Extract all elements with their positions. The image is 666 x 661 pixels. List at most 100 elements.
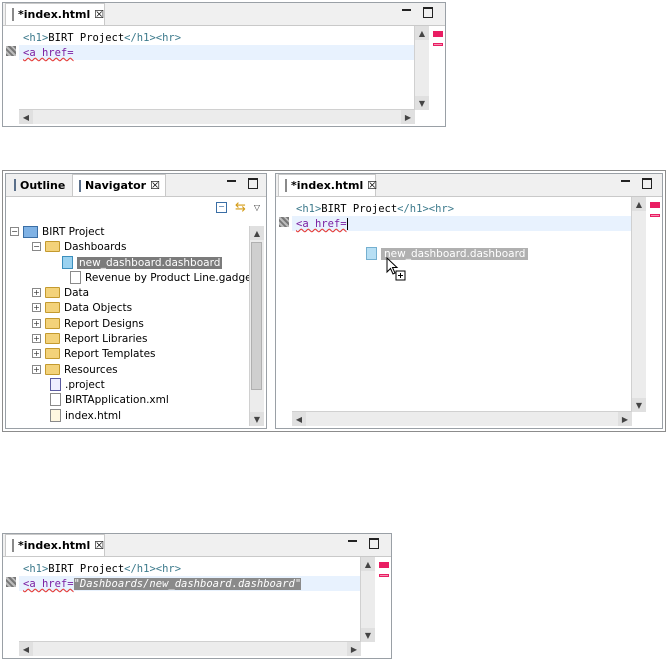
maximize-icon[interactable] — [248, 178, 258, 189]
code-line: <h1>BIRT Project</h1><hr> — [23, 32, 182, 44]
tree-item-index-html[interactable]: index.html — [50, 408, 121, 423]
tree-item-report-templates[interactable]: + Report Templates — [32, 346, 156, 361]
html-file-icon — [285, 179, 287, 192]
collapse-icon[interactable]: − — [32, 242, 41, 251]
vertical-scrollbar[interactable]: ▲ ▼ — [360, 557, 375, 642]
minimize-icon[interactable] — [348, 540, 357, 545]
error-marker[interactable] — [433, 31, 443, 37]
expand-icon[interactable]: + — [32, 334, 41, 343]
scroll-right-icon[interactable]: ▶ — [347, 642, 361, 656]
vertical-scrollbar[interactable]: ▲ ▼ — [631, 197, 646, 412]
warning-marker[interactable] — [650, 214, 660, 217]
scroll-up-icon[interactable]: ▲ — [250, 226, 264, 240]
scroll-up-icon[interactable]: ▲ — [632, 197, 646, 211]
overview-ruler — [433, 31, 443, 46]
code-editor[interactable]: <h1>BIRT Project</h1><hr> <a href= new_d… — [276, 197, 662, 428]
window-controls — [227, 178, 258, 189]
close-icon[interactable]: ☒ — [94, 539, 104, 552]
scroll-left-icon[interactable]: ◀ — [19, 642, 33, 656]
tree-item-resources[interactable]: + Resources — [32, 362, 118, 377]
error-marker[interactable] — [650, 202, 660, 208]
scroll-down-icon[interactable]: ▼ — [361, 628, 375, 642]
scroll-left-icon[interactable]: ◀ — [19, 110, 33, 124]
code-line: <h1>BIRT Project</h1><hr> — [23, 563, 182, 575]
view-menu-icon[interactable]: ▽ — [254, 203, 260, 212]
window-controls — [348, 538, 379, 549]
tree-item-revenue-gadget[interactable]: Revenue by Product Line.gadget — [70, 270, 256, 285]
horizontal-scrollbar[interactable]: ◀ ▶ — [19, 109, 415, 124]
scroll-up-icon[interactable]: ▲ — [415, 26, 429, 40]
editor-gutter — [3, 26, 19, 126]
close-icon[interactable]: ☒ — [94, 8, 104, 21]
gadget-file-icon — [70, 271, 81, 284]
expand-icon[interactable]: + — [32, 365, 41, 374]
text-cursor — [346, 218, 348, 230]
tree-item-dashboards[interactable]: − Dashboards — [32, 239, 126, 254]
code-editor[interactable]: <h1>BIRT Project</h1><hr> <a href="Dashb… — [3, 557, 391, 658]
tab-index-html[interactable]: *index.html ☒ — [5, 3, 105, 25]
scroll-right-icon[interactable]: ▶ — [401, 110, 415, 124]
scroll-down-icon[interactable]: ▼ — [632, 398, 646, 412]
tree-item-report-designs[interactable]: + Report Designs — [32, 316, 144, 331]
maximize-icon[interactable] — [423, 7, 433, 18]
collapse-icon[interactable]: − — [10, 227, 19, 236]
expand-icon[interactable]: + — [32, 303, 41, 312]
error-marker[interactable] — [379, 562, 389, 568]
code-editor[interactable]: <h1>BIRT Project</h1><hr> <a href= ▲ ▼ ◀… — [3, 26, 445, 126]
tree-item-new-dashboard[interactable]: new_dashboard.dashboard — [62, 255, 223, 270]
inserted-path: "Dashboards/new_dashboard.dashboard" — [73, 578, 302, 590]
warning-marker[interactable] — [433, 43, 443, 46]
tree-item-birtapplication[interactable]: BIRTApplication.xml — [50, 392, 169, 407]
scroll-up-icon[interactable]: ▲ — [361, 557, 375, 571]
tab-index-html[interactable]: *index.html ☒ — [278, 174, 377, 196]
xml-file-icon — [50, 393, 61, 406]
folder-icon — [45, 348, 60, 359]
folder-icon — [45, 287, 60, 298]
scroll-left-icon[interactable]: ◀ — [292, 412, 306, 426]
tree-item-project-file[interactable]: .project — [50, 377, 105, 392]
close-icon[interactable]: ☒ — [150, 179, 160, 192]
code-text[interactable]: <h1>BIRT Project</h1><hr> <a href= — [23, 31, 181, 61]
code-text[interactable]: <h1>BIRT Project</h1><hr> <a href="Dashb… — [23, 562, 302, 592]
code-text[interactable]: <h1>BIRT Project</h1><hr> <a href= — [296, 202, 454, 232]
tab-index-html[interactable]: *index.html ☒ — [5, 534, 105, 556]
editor-gutter — [3, 557, 19, 658]
scroll-down-icon[interactable]: ▼ — [250, 412, 264, 426]
tree-item-project[interactable]: − BIRT Project — [10, 224, 105, 239]
warning-marker[interactable] — [379, 574, 389, 577]
minimize-icon[interactable] — [402, 9, 411, 14]
tab-navigator[interactable]: Navigator ☒ — [72, 174, 166, 196]
minimize-icon[interactable] — [621, 180, 630, 185]
window-controls — [402, 7, 433, 18]
editor-tabbar: *index.html ☒ — [276, 174, 662, 197]
maximize-icon[interactable] — [642, 178, 652, 189]
vertical-scrollbar[interactable]: ▲ ▼ — [249, 226, 264, 426]
tree-item-data-objects[interactable]: + Data Objects — [32, 300, 132, 315]
close-icon[interactable]: ☒ — [367, 179, 377, 192]
vertical-scrollbar[interactable]: ▲ ▼ — [414, 26, 429, 110]
expand-icon[interactable]: + — [32, 319, 41, 328]
scroll-right-icon[interactable]: ▶ — [618, 412, 632, 426]
tree-item-report-libraries[interactable]: + Report Libraries — [32, 331, 148, 346]
folder-icon — [45, 302, 60, 313]
link-with-editor-icon[interactable]: ⇆ — [235, 201, 246, 214]
minimize-icon[interactable] — [227, 180, 236, 185]
tree-item-data[interactable]: + Data — [32, 285, 89, 300]
horizontal-scrollbar[interactable]: ◀ ▶ — [292, 411, 632, 426]
expand-icon[interactable]: + — [32, 349, 41, 358]
folder-open-icon — [45, 241, 60, 252]
editor-tabbar: *index.html ☒ — [3, 534, 391, 557]
maximize-icon[interactable] — [369, 538, 379, 549]
tab-outline[interactable]: Outline — [8, 174, 70, 196]
editor-panel-middle: *index.html ☒ <h1>BIRT Project</h1><hr> … — [275, 173, 663, 429]
tab-label: *index.html — [291, 179, 364, 192]
scroll-down-icon[interactable]: ▼ — [415, 96, 429, 110]
tab-label: *index.html — [18, 539, 91, 552]
editor-gutter — [276, 197, 292, 428]
horizontal-scrollbar[interactable]: ◀ ▶ — [19, 641, 361, 656]
expand-icon[interactable]: + — [32, 288, 41, 297]
dashboard-file-icon — [62, 256, 73, 269]
collapse-all-icon[interactable]: − — [215, 202, 227, 213]
tab-label: *index.html — [18, 8, 91, 21]
scroll-thumb[interactable] — [251, 242, 262, 390]
